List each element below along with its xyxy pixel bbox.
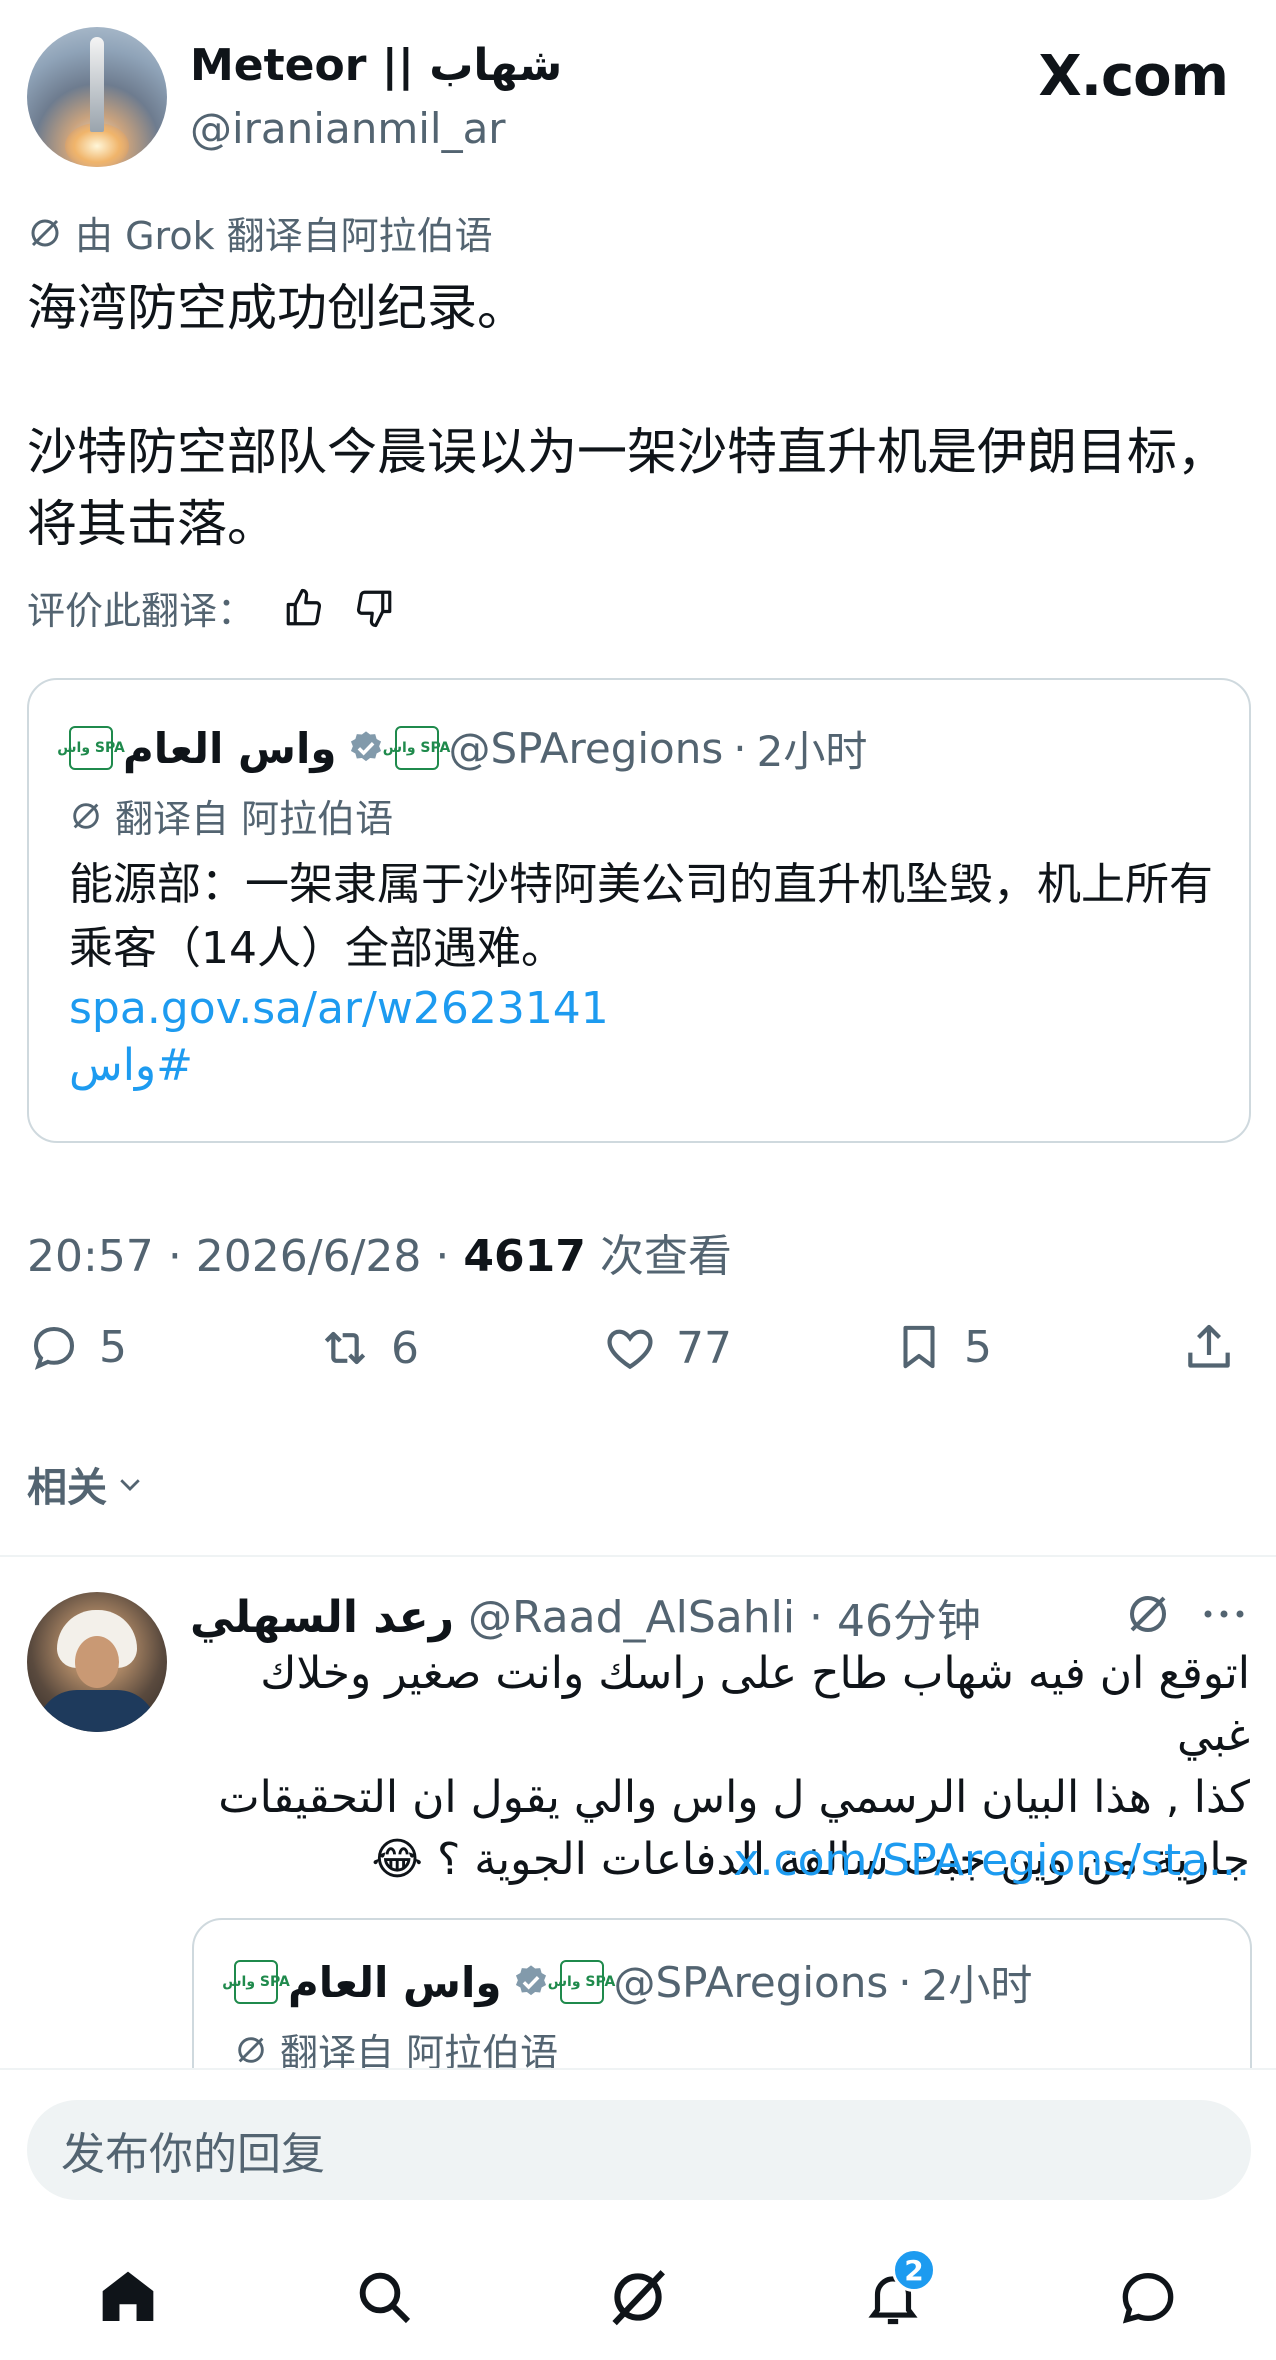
divider (0, 1555, 1276, 1557)
tweet-time: 20:57 (27, 1231, 154, 1282)
like-count: 77 (676, 1322, 732, 1374)
quoted-text: 能源部：一架隶属于沙特阿美公司的直升机坠毁，机上所有乘客（14人）全部遇难。 (69, 859, 1213, 974)
tweet-text: 海湾防空成功创纪录。 沙特防空部队今晨误以为一架沙特直升机是伊朗目标，将其击落。 (27, 272, 1247, 560)
quoted-time: 2小时 (756, 726, 868, 776)
grok-icon (605, 2264, 671, 2330)
reply-header: رعد السهلي @Raad_AlSahli · 46分钟 (190, 1585, 981, 1649)
notifications-badge: 2 (892, 2248, 936, 2292)
reply-quoted-author-name[interactable]: واس العام (288, 1958, 502, 2007)
reply-author-avatar[interactable] (27, 1592, 167, 1732)
retweet-count: 6 (391, 1322, 419, 1374)
share-button[interactable] (1181, 1320, 1237, 1376)
heart-icon (602, 1320, 658, 1376)
nav-home[interactable] (93, 2262, 163, 2332)
reply-input[interactable]: 发布你的回复 (27, 2100, 1251, 2200)
bookmark-button[interactable]: 5 (892, 1320, 992, 1374)
separator-dot: · (898, 1957, 912, 2007)
tweet-paragraph-2: 沙特防空部队今晨误以为一架沙特直升机是伊朗目标，将其击落。 (27, 423, 1227, 553)
translate-icon (234, 2033, 268, 2067)
separator-dot: · (733, 723, 747, 773)
author-handle[interactable]: @iranianmil_ar (190, 104, 506, 153)
grok-icon (27, 215, 63, 251)
tweet-paragraph-1: 海湾防空成功创纪录。 (27, 279, 527, 337)
more-options-icon[interactable] (1202, 1606, 1246, 1622)
tweet-date: 2026/6/28 (195, 1231, 422, 1282)
spa-logo: واس SPA (222, 1960, 290, 2004)
spa-logo: واس SPA (57, 726, 125, 770)
spa-logo-small: واس SPA (548, 1960, 615, 2004)
action-bar: 5 6 77 5 (27, 1320, 1249, 1390)
bottom-nav: 2 (0, 2222, 1276, 2360)
views-label: 次查看 (599, 1231, 732, 1282)
verified-badge-icon (347, 729, 385, 767)
translation-note[interactable]: 由 Grok 翻译自阿拉伯语 (27, 205, 493, 260)
nav-search[interactable] (349, 2262, 419, 2332)
reply-icon (27, 1320, 81, 1374)
compose-reply-bar: 发布你的回复 (0, 2068, 1276, 2222)
nav-messages[interactable] (1113, 2262, 1183, 2332)
reply-link[interactable]: x.com/SPAregions/sta... (733, 1835, 1250, 1886)
quoted-hashtag[interactable]: #واس (69, 1040, 1219, 1091)
separator-dot: · (809, 1591, 824, 1643)
quoted-author-handle[interactable]: @SPAregions (449, 724, 724, 773)
author-avatar[interactable] (27, 27, 167, 167)
quoted-link[interactable]: spa.gov.sa/ar/w2623141 (69, 983, 1219, 1034)
views-count: 4617 (463, 1231, 586, 1282)
quoted-translation-note[interactable]: 翻译自 阿拉伯语 (69, 788, 1219, 843)
reply-author-name[interactable]: رعد السهلي (190, 1592, 454, 1643)
reply-line-1: اتوقع ان فيه شهاب طاح على راسك وانت صغير… (260, 1648, 1250, 1761)
author-display-name[interactable]: Meteor || شهاب (190, 40, 562, 91)
verified-badge-icon (512, 1963, 550, 2001)
search-icon (352, 2265, 416, 2329)
like-button[interactable]: 77 (602, 1320, 732, 1376)
grok-icon[interactable] (1124, 1590, 1172, 1638)
reply-input-placeholder: 发布你的回复 (61, 2129, 325, 2180)
translate-icon (69, 799, 103, 833)
nav-grok[interactable] (603, 2262, 673, 2332)
retweet-icon (317, 1320, 373, 1376)
rate-translation-label: 评价此翻译： (27, 589, 256, 633)
reply-header-icons (1124, 1590, 1246, 1638)
reply-quoted-author-handle[interactable]: @SPAregions (614, 1958, 889, 2007)
quoted-tweet-card[interactable]: واس SPA واس العام واس SPA @SPAregions · … (27, 678, 1251, 1143)
chevron-down-icon (115, 1469, 145, 1499)
reply-count: 5 (99, 1321, 127, 1373)
bookmark-icon (892, 1320, 946, 1374)
reply-time: 46分钟 (837, 1596, 982, 1647)
nav-notifications[interactable]: 2 (858, 2248, 936, 2332)
spa-logo-small: واس SPA (383, 726, 450, 770)
site-logo: X.com (1038, 44, 1229, 109)
related-label: 相关 (27, 1465, 107, 1511)
home-icon (96, 2265, 160, 2329)
retweet-button[interactable]: 6 (317, 1320, 419, 1376)
share-icon (1181, 1320, 1237, 1376)
tweet-meta: 20:57 · 2026/6/28 · 4617 次查看 (27, 1231, 732, 1282)
message-icon (1116, 2265, 1180, 2329)
translation-note-text: 由 Grok 翻译自阿拉伯语 (75, 214, 493, 258)
rate-translation: 评价此翻译： (27, 580, 395, 635)
reply-line-2: كذا , هذا البيان الرسمي ل واس والي يقول … (218, 1772, 1250, 1823)
thumbs-up-icon[interactable] (283, 587, 325, 629)
quoted-translation-note-text: 翻译自 阿拉伯语 (115, 797, 394, 841)
reply-author-handle[interactable]: @Raad_AlSahli (468, 1592, 795, 1643)
related-toggle[interactable]: 相关 (27, 1455, 145, 1513)
reply-quoted-time: 2小时 (921, 1960, 1033, 2010)
reply-button[interactable]: 5 (27, 1320, 127, 1374)
quoted-author-name[interactable]: واس العام (123, 724, 337, 773)
bookmark-count: 5 (964, 1321, 992, 1373)
thumbs-down-icon[interactable] (353, 587, 395, 629)
